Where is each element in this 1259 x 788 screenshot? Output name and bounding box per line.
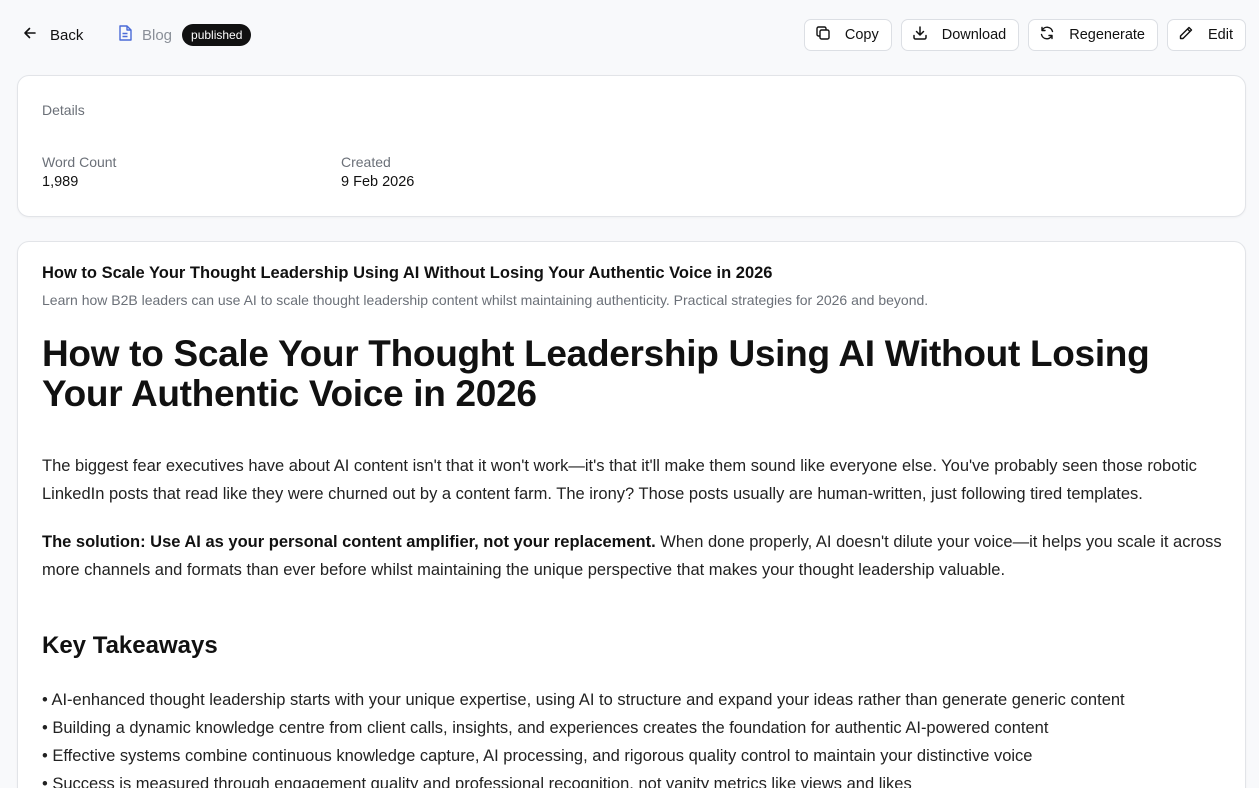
download-label: Download bbox=[941, 27, 1007, 43]
takeaways-heading: Key Takeaways bbox=[42, 632, 218, 659]
top-bar: Back Blog published Copy Download Regene… bbox=[0, 0, 1259, 70]
details-card: Details Word Count 1,989 Created 9 Feb 2… bbox=[17, 75, 1246, 217]
created-label: Created bbox=[341, 154, 391, 170]
word-count-label: Word Count bbox=[42, 154, 117, 170]
meta-description: Learn how B2B leaders can use AI to scal… bbox=[42, 292, 929, 308]
document-icon bbox=[116, 24, 134, 46]
breadcrumb: Blog published bbox=[116, 22, 252, 48]
created-value: 9 Feb 2026 bbox=[341, 174, 415, 190]
word-count-value: 1,989 bbox=[42, 174, 79, 190]
copy-label: Copy bbox=[844, 27, 879, 43]
back-button[interactable]: Back bbox=[22, 22, 83, 48]
regenerate-button[interactable]: Regenerate bbox=[1028, 19, 1158, 51]
list-item: • AI-enhanced thought leadership starts … bbox=[42, 691, 1125, 709]
article-paragraph: The biggest fear executives have about A… bbox=[42, 457, 1197, 503]
list-item: • Effective systems combine continuous k… bbox=[42, 747, 1033, 765]
download-button[interactable]: Download bbox=[900, 19, 1020, 51]
action-toolbar: Copy Download Regenerate Edit bbox=[803, 19, 1246, 51]
regenerate-label: Regenerate bbox=[1069, 27, 1145, 43]
refresh-icon bbox=[1039, 25, 1055, 45]
pencil-icon bbox=[1178, 25, 1194, 45]
created-stat: Created 9 Feb 2026 bbox=[341, 154, 414, 190]
download-icon bbox=[912, 25, 928, 45]
list-item: • Success is measured through engagement… bbox=[42, 775, 912, 788]
takeaways-list: • AI-enhanced thought leadership starts … bbox=[42, 686, 1222, 788]
word-count-stat: Word Count 1,989 bbox=[42, 154, 116, 190]
content-card: How to Scale Your Thought Leadership Usi… bbox=[17, 241, 1246, 788]
list-item: • Building a dynamic knowledge centre fr… bbox=[42, 719, 1049, 737]
status-badge: published bbox=[182, 24, 252, 46]
meta-title: How to Scale Your Thought Leadership Usi… bbox=[42, 264, 773, 282]
breadcrumb-label: Blog bbox=[142, 26, 173, 44]
edit-label: Edit bbox=[1208, 27, 1233, 43]
paragraph-bold-lead: The solution: Use AI as your personal co… bbox=[42, 533, 656, 551]
copy-icon bbox=[815, 25, 831, 45]
article-heading: How to Scale Your Thought Leadership Usi… bbox=[42, 333, 1150, 414]
details-heading: Details bbox=[42, 102, 85, 118]
back-label: Back bbox=[50, 26, 84, 44]
arrow-left-icon bbox=[22, 25, 38, 45]
article-paragraph: The solution: Use AI as your personal co… bbox=[42, 528, 1222, 584]
article: How to Scale Your Thought Leadership Usi… bbox=[42, 264, 1222, 788]
edit-button[interactable]: Edit bbox=[1167, 19, 1246, 51]
copy-button[interactable]: Copy bbox=[803, 19, 892, 51]
